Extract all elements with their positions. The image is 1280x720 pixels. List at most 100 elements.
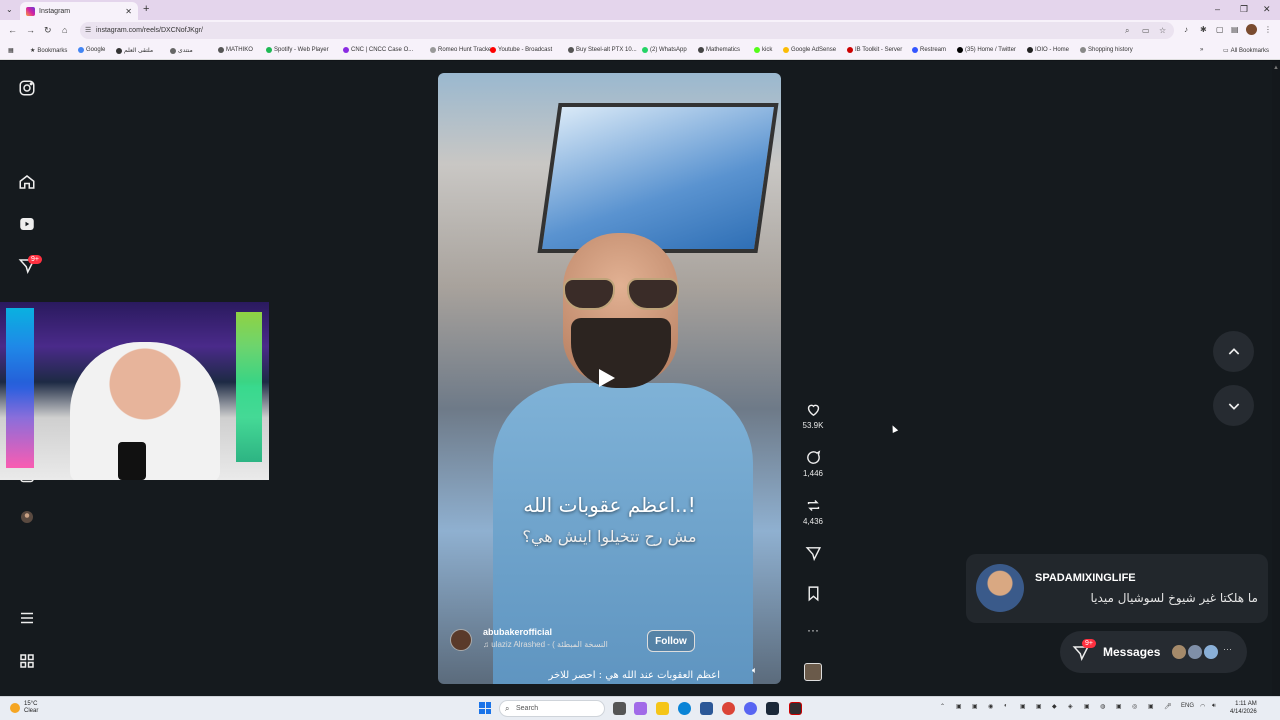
apps-grid-icon[interactable]: ▦	[8, 47, 14, 54]
chrome-taskbar-icon[interactable]	[722, 702, 735, 715]
chrome-menu-icon[interactable]: ⋮	[1264, 25, 1272, 34]
tray-app-icon[interactable]: ◐	[1004, 703, 1008, 709]
reload-icon[interactable]: ↻	[44, 25, 52, 36]
store-icon[interactable]	[700, 702, 713, 715]
copilot-icon[interactable]	[634, 702, 647, 715]
bookmark-item[interactable]: MATHIKO	[218, 47, 253, 53]
tray-overflow-icon[interactable]: ⌃	[940, 703, 945, 710]
like-action[interactable]: 53.9K	[795, 401, 831, 430]
input-language[interactable]: ENG	[1181, 703, 1194, 709]
bookmark-item[interactable]: Shopping history	[1080, 47, 1133, 53]
tray-app-icon[interactable]: ▣	[1020, 703, 1026, 710]
volume-tray-icon[interactable]: 🔊︎	[1212, 703, 1216, 710]
discord-icon[interactable]	[744, 702, 757, 715]
messages-pill[interactable]: 9+ Messages ···	[1060, 631, 1247, 673]
tray-app-icon[interactable]: ▣	[972, 703, 978, 710]
edge-browser-icon[interactable]	[678, 702, 691, 715]
windows-start-icon[interactable]	[479, 702, 491, 714]
also-from-meta-icon[interactable]	[17, 651, 37, 671]
bookmark-item[interactable]: (2) WhatsApp	[642, 47, 687, 53]
tray-app-icon[interactable]: ▣	[1084, 703, 1090, 710]
bookmarks-overflow-icon[interactable]: »	[1200, 47, 1203, 53]
tray-app-icon[interactable]: ◆	[1052, 703, 1057, 710]
bookmark-item[interactable]: (35) Home / Twitter	[957, 47, 1016, 53]
profile-avatar-icon[interactable]	[17, 507, 37, 527]
close-window-button[interactable]: ✕	[1263, 4, 1271, 15]
follow-button[interactable]: Follow	[647, 630, 695, 652]
profile-sync-icon[interactable]: ▢	[1216, 25, 1224, 34]
instagram-logo-icon[interactable]	[17, 78, 37, 98]
bookmark-item[interactable]: Restream	[912, 47, 946, 53]
bookmark-item[interactable]: منتدى	[170, 47, 193, 54]
bookmark-item[interactable]: Romeo Hunt Tracker	[430, 47, 493, 53]
chrome-profile-avatar[interactable]	[1246, 24, 1257, 35]
tray-app-icon[interactable]: ◈	[1068, 703, 1073, 710]
bookmark-item[interactable]: Spotify - Web Player	[266, 47, 329, 53]
minimize-button[interactable]: –	[1215, 4, 1220, 14]
reel-description[interactable]: اعظم العقوبات عند الله هي : احصر للاخر	[450, 670, 720, 681]
volume-icon[interactable]: 🔈︎	[752, 665, 768, 679]
repost-action[interactable]: 4,436	[795, 497, 831, 526]
back-arrow-icon[interactable]: ←	[8, 25, 17, 35]
system-clock[interactable]: 1:11 AM 4/14/2026	[1230, 700, 1257, 716]
bookmark-item[interactable]: IOIO - Home	[1027, 47, 1069, 53]
bookmarks-folder[interactable]: ★ Bookmarks	[30, 47, 67, 55]
tray-app-icon[interactable]: ▣	[1148, 703, 1154, 710]
reel-video[interactable]: اعظم عقوبات الله..! مش رح تتخيلوا اينش ه…	[438, 73, 781, 684]
address-bar[interactable]: ☰ instagram.com/reels/DXCNofJKgr/ ⌕ ▭ ☆	[80, 22, 1174, 39]
zoom-icon[interactable]: ⌕	[1125, 26, 1129, 36]
save-action[interactable]	[795, 585, 831, 605]
steam-icon[interactable]	[766, 702, 779, 715]
bookmark-item[interactable]: Buy Steel-alt PTX 10...	[568, 47, 637, 53]
wifi-icon[interactable]: ◠	[1200, 703, 1205, 710]
cast-icon[interactable]: ▭	[1142, 26, 1150, 35]
obs-studio-icon[interactable]	[789, 702, 802, 715]
audio-thumbnail[interactable]	[804, 663, 822, 681]
bookmark-item[interactable]: IB Toolkit - Server	[847, 47, 902, 53]
all-bookmarks-folder[interactable]: ▭ All Bookmarks	[1223, 47, 1269, 55]
share-action[interactable]	[795, 545, 831, 565]
comment-action[interactable]: 1,446	[795, 449, 831, 478]
tray-app-icon[interactable]: ◎	[1132, 703, 1137, 710]
page-scrollbar[interactable]	[1272, 61, 1280, 696]
taskbar-search[interactable]: ⌕ Search	[499, 700, 605, 717]
tray-app-icon[interactable]: ▣	[956, 703, 962, 710]
maximize-button[interactable]: ❐	[1240, 4, 1248, 15]
new-tab-button[interactable]: +	[143, 3, 149, 15]
bookmark-item[interactable]: ملتقى العلم	[116, 47, 153, 54]
file-explorer-icon[interactable]	[656, 702, 669, 715]
more-options-icon[interactable]: ···	[795, 623, 831, 637]
browser-tab-instagram[interactable]: Instagram ✕	[20, 2, 138, 20]
site-info-icon[interactable]: ☰	[85, 26, 91, 34]
tray-app-icon[interactable]: ◍	[1100, 703, 1105, 710]
bookmark-item[interactable]: Google AdSense	[783, 47, 836, 53]
bookmark-item[interactable]: Google	[78, 47, 105, 53]
microphone-tray-icon[interactable]: 🎤︎	[1164, 703, 1172, 710]
extensions-icon[interactable]: ✱	[1200, 25, 1207, 34]
bookmark-item[interactable]: Mathematics	[698, 47, 740, 53]
sidepanel-icon[interactable]: ▤	[1231, 25, 1239, 34]
bookmark-star-icon[interactable]: ☆	[1159, 26, 1166, 35]
owner-username[interactable]: abubakerofficial	[483, 627, 552, 637]
tray-app-icon[interactable]: ▣	[1116, 703, 1122, 710]
reel-music-label[interactable]: ♫ ulaziz Alrashed - ( النسخة المبطئة	[483, 640, 608, 649]
home-nav-icon[interactable]	[17, 172, 37, 192]
play-icon[interactable]	[599, 369, 615, 387]
tray-app-icon[interactable]: ▣	[1036, 703, 1042, 710]
forward-arrow-icon[interactable]: →	[26, 25, 35, 35]
tab-close-icon[interactable]: ✕	[125, 7, 132, 16]
tab-search-icon[interactable]: ⌄	[6, 5, 13, 14]
previous-reel-button[interactable]	[1213, 331, 1254, 372]
home-icon[interactable]: ⌂	[62, 25, 67, 35]
scroll-up-arrow-icon[interactable]: ▲	[1273, 65, 1279, 75]
task-view-icon[interactable]	[613, 702, 626, 715]
tray-app-icon[interactable]: ◉	[988, 703, 993, 710]
more-menu-icon[interactable]	[17, 608, 37, 628]
message-notification[interactable]: SPADAMIXINGLIFE ما هلكتا غير شيوخ لسوشيا…	[966, 554, 1268, 623]
owner-avatar[interactable]	[450, 629, 472, 651]
bookmark-item[interactable]: Youtube - Broadcast	[490, 47, 552, 53]
bookmark-item[interactable]: CNC | CNCC Case O...	[343, 47, 413, 53]
bookmark-item[interactable]: kick	[754, 47, 772, 53]
reels-nav-icon[interactable]	[17, 214, 37, 234]
weather-widget[interactable]: 15°C Clear	[10, 701, 38, 715]
